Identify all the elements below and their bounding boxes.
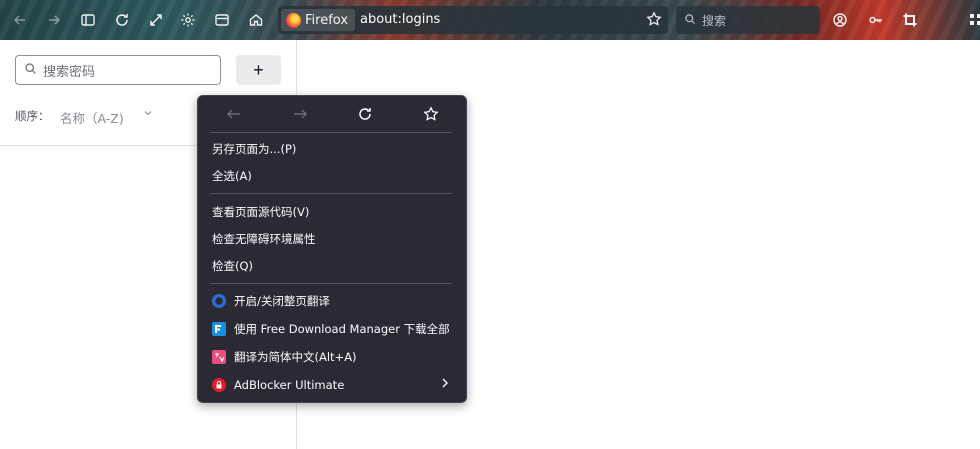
back-icon[interactable] (10, 10, 30, 30)
search-placeholder: 搜索 (702, 13, 727, 28)
add-login-button[interactable]: + (236, 55, 281, 85)
menu-item-adblocker-ultimate[interactable]: AdBlocker Ultimate (212, 375, 456, 395)
menu-item-fdm-download-all[interactable]: 使用 Free Download Manager 下载全部 (212, 319, 456, 339)
login-search-input[interactable]: 搜索密码 (15, 55, 221, 85)
bookmark-star-icon[interactable] (420, 105, 442, 123)
extensions-icon[interactable] (966, 10, 980, 30)
menu-item-inspect-accessibility[interactable]: 检查无障碍环境属性 (212, 229, 456, 249)
menu-item-label: 使用 Free Download Manager 下载全部 (234, 322, 450, 336)
back-icon[interactable] (223, 105, 245, 123)
home-icon[interactable] (246, 10, 266, 30)
menu-separator (210, 283, 452, 284)
reload-icon[interactable] (354, 105, 376, 123)
sort-select[interactable]: 名称（A-Z) (60, 108, 124, 127)
context-menu: 另存页面为...(P) 全选(A) 查看页面源代码(V) 检查无障碍环境属性 检… (197, 95, 467, 403)
menu-item-label: 翻译为简体中文(Alt+A) (234, 350, 357, 364)
sidebar-icon[interactable] (78, 10, 98, 30)
reload-icon[interactable] (112, 10, 132, 30)
forward-icon[interactable] (44, 10, 64, 30)
sort-label: 顺序： (15, 109, 50, 123)
search-icon (684, 13, 696, 28)
url-text[interactable]: about:logins (360, 12, 440, 27)
tab-view-icon[interactable] (212, 10, 232, 30)
menu-item-save-page[interactable]: 另存页面为...(P) (212, 139, 456, 159)
search-bar[interactable]: 搜索 (676, 6, 820, 34)
login-search-placeholder: 搜索密码 (43, 64, 96, 80)
identity-label: Firefox (305, 12, 349, 28)
menu-item-translate-zh[interactable]: 翻译为简体中文(Alt+A) (212, 347, 456, 367)
chevron-down-icon[interactable] (143, 108, 153, 121)
menu-item-inspect[interactable]: 检查(Q) (212, 256, 456, 276)
adblocker-icon (212, 378, 226, 392)
menu-separator (210, 193, 452, 194)
chevron-right-icon (440, 375, 450, 395)
key-icon[interactable] (866, 10, 886, 30)
menu-item-label: 开启/关闭整页翻译 (234, 294, 330, 308)
account-icon[interactable] (830, 10, 850, 30)
crop-icon[interactable] (900, 10, 920, 30)
menu-separator (210, 132, 452, 133)
menu-item-select-all[interactable]: 全选(A) (212, 166, 456, 186)
firefox-logo-icon (286, 12, 301, 28)
menu-item-view-source[interactable]: 查看页面源代码(V) (212, 202, 456, 222)
translate-zh-icon (212, 350, 226, 364)
translate-icon (212, 294, 226, 308)
url-bar[interactable]: Firefox about:logins (278, 6, 668, 34)
menu-item-label: AdBlocker Ultimate (234, 378, 345, 392)
browser-toolbar: Firefox about:logins 搜索 (0, 0, 980, 40)
context-nav-row (198, 96, 466, 132)
forward-icon[interactable] (289, 105, 311, 123)
menu-item-toggle-page-translate[interactable]: 开启/关闭整页翻译 (212, 291, 456, 311)
search-icon (24, 62, 37, 79)
settings-icon[interactable] (178, 10, 198, 30)
fdm-icon (212, 322, 226, 336)
bookmark-star-icon[interactable] (646, 11, 662, 31)
fullscreen-icon[interactable] (146, 10, 166, 30)
identity-box[interactable]: Firefox (281, 9, 356, 31)
